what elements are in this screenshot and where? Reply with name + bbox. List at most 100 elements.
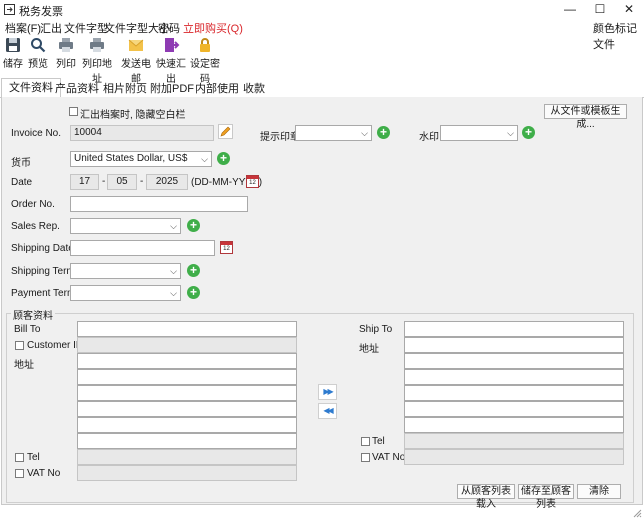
add-payment-term-icon[interactable]: + <box>187 286 200 299</box>
calendar-icon[interactable]: 12 <box>220 241 233 254</box>
menu-password[interactable]: 密码 <box>158 20 180 36</box>
add-shipping-term-icon[interactable]: + <box>187 264 200 277</box>
calendar-icon[interactable]: 12 <box>246 175 259 188</box>
ship-to-field[interactable] <box>404 321 624 337</box>
date-day-field[interactable]: 17 <box>70 174 99 190</box>
order-no-field[interactable] <box>70 196 248 212</box>
ship-address-line-5[interactable] <box>404 401 624 417</box>
address-line-3[interactable] <box>77 385 297 401</box>
address-line-6[interactable] <box>77 433 297 449</box>
bill-to-field[interactable] <box>77 321 297 337</box>
bill-to-label: Bill To <box>14 324 41 335</box>
vat-no-field[interactable] <box>77 465 297 481</box>
preview-button[interactable]: 预览 <box>28 37 48 70</box>
chevron-down-icon: ⌵ <box>201 154 208 164</box>
date-month-field[interactable]: 05 <box>107 174 137 190</box>
hide-blank-checkbox[interactable] <box>69 107 78 116</box>
menu-export[interactable]: 汇出 <box>40 20 62 36</box>
watermark-select[interactable]: ⌵ <box>440 125 518 141</box>
watermark-label: 水印 <box>419 132 439 143</box>
ship-address-line-2[interactable] <box>404 353 624 369</box>
app-icon <box>4 4 15 15</box>
pencil-icon[interactable] <box>218 124 233 139</box>
floppy-icon <box>6 38 20 52</box>
address-line-5[interactable] <box>77 417 297 433</box>
hide-blank-label: 汇出档案时, 隐藏空白栏 <box>80 110 186 121</box>
reminder-stamp-select[interactable]: ⌵ <box>295 125 372 141</box>
address-line-4[interactable] <box>77 401 297 417</box>
address-line-2[interactable] <box>77 369 297 385</box>
add-watermark-icon[interactable]: + <box>522 126 535 139</box>
close-button[interactable]: ✕ <box>614 0 644 19</box>
calendar-day-number: 12 <box>249 180 256 186</box>
invoice-no-label: Invoice No. <box>11 128 62 139</box>
ship-vat-no-field[interactable] <box>404 449 624 465</box>
date-year-field[interactable]: 2025 <box>146 174 188 190</box>
sales-rep-label: Sales Rep. <box>11 221 60 232</box>
ship-address-line-1[interactable] <box>404 337 624 353</box>
currency-label: 货币 <box>11 158 31 169</box>
tel-label: Tel <box>27 452 40 463</box>
menu-color-mark[interactable]: 颜色标记文件 <box>593 20 644 52</box>
minimize-button[interactable]: — <box>555 0 585 19</box>
menu-font[interactable]: 文件字型 <box>64 20 108 36</box>
shipping-term-label: Shipping Term <box>11 266 75 277</box>
currency-value: United States Dollar, US$ <box>74 153 188 164</box>
shipping-date-field[interactable] <box>70 240 215 256</box>
calendar-day-number: 12 <box>223 246 230 252</box>
customer-id-checkbox[interactable] <box>15 341 24 350</box>
chevron-down-icon: ⌵ <box>507 128 514 138</box>
printer-icon <box>59 38 73 52</box>
order-no-label: Order No. <box>11 199 55 210</box>
generate-from-template-button[interactable]: 从文件或模板生成... <box>544 104 627 130</box>
invoice-no-field[interactable]: 10004 <box>70 125 214 141</box>
ship-tel-field[interactable] <box>404 433 624 449</box>
resize-grip-icon[interactable] <box>632 508 642 518</box>
ship-tel-checkbox[interactable] <box>361 437 370 446</box>
save-to-customer-list-button[interactable]: 储存至顾客列表 <box>518 484 574 510</box>
add-stamp-icon[interactable]: + <box>377 126 390 139</box>
customer-id-label: Customer ID <box>27 340 84 351</box>
menu-file[interactable]: 档案(F) <box>5 20 41 36</box>
save-label: 储存 <box>3 59 23 70</box>
shipping-term-select[interactable]: ⌵ <box>70 263 181 279</box>
add-currency-icon[interactable]: + <box>217 152 230 165</box>
envelope-icon <box>128 39 144 51</box>
ship-vat-no-checkbox[interactable] <box>361 453 370 462</box>
clear-button[interactable]: 清除 <box>577 484 621 499</box>
vat-no-checkbox[interactable] <box>15 469 24 478</box>
address-line-1[interactable] <box>77 353 297 369</box>
copy-to-ship-button[interactable]: ▶▶ <box>318 384 337 400</box>
ship-address-line-4[interactable] <box>404 385 624 401</box>
tab-document-info[interactable]: 文件资料 <box>1 78 61 99</box>
shipping-date-label: Shipping Date <box>11 243 74 254</box>
ship-to-label: Ship To <box>359 324 393 335</box>
ship-address-line-6[interactable] <box>404 417 624 433</box>
add-sales-rep-icon[interactable]: + <box>187 219 200 232</box>
ship-address-line-3[interactable] <box>404 369 624 385</box>
tab-internal-use[interactable]: 内部使用 <box>195 80 239 96</box>
chevron-down-icon: ⌵ <box>170 221 177 231</box>
currency-select[interactable]: United States Dollar, US$ ⌵ <box>70 151 212 167</box>
copy-to-bill-button[interactable]: ◀◀ <box>318 403 337 419</box>
maximize-button[interactable]: ☐ <box>585 0 615 19</box>
preview-label: 预览 <box>28 59 48 70</box>
menu-buy-now[interactable]: 立即购买(Q) <box>183 20 243 36</box>
tel-checkbox[interactable] <box>15 453 24 462</box>
tel-field[interactable] <box>77 449 297 465</box>
customer-id-field[interactable] <box>77 337 297 353</box>
payment-term-select[interactable]: ⌵ <box>70 285 181 301</box>
window-title: 税务发票 <box>19 6 63 18</box>
ship-address-label: 地址 <box>359 344 379 355</box>
tab-photo-attachment[interactable]: 相片附页 <box>103 80 147 96</box>
sales-rep-select[interactable]: ⌵ <box>70 218 181 234</box>
tab-attach-pdf[interactable]: 附加PDF <box>150 80 194 96</box>
date-separator: - <box>140 176 144 187</box>
ship-vat-no-label: VAT No <box>372 452 406 463</box>
tab-product-info[interactable]: 产品资料 <box>55 80 99 96</box>
load-from-customer-list-button[interactable]: 从顾客列表载入 <box>457 484 515 510</box>
print-button[interactable]: 列印 <box>56 37 76 70</box>
save-button[interactable]: 储存 <box>3 37 23 70</box>
printer-address-icon <box>90 38 104 52</box>
tab-payment[interactable]: 收款 <box>243 80 265 96</box>
